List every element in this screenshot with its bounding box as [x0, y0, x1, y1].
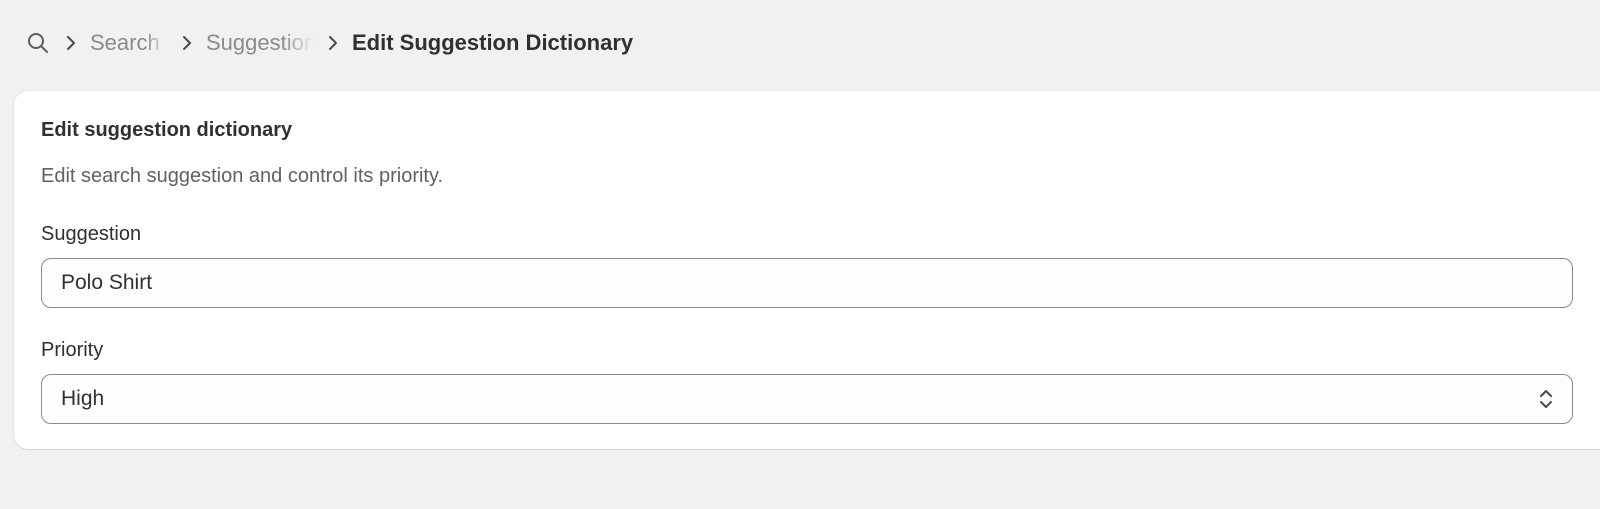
priority-selected-value: High — [61, 387, 105, 410]
edit-suggestion-card: Edit suggestion dictionary Edit search s… — [14, 91, 1600, 449]
chevron-right-icon — [177, 33, 197, 53]
breadcrumb-link-suggestions[interactable]: Suggestions — [206, 30, 314, 56]
chevron-right-icon — [323, 33, 343, 53]
priority-select[interactable]: High — [41, 374, 1573, 424]
card-description: Edit search suggestion and control its p… — [41, 165, 444, 187]
chevron-up-down-icon — [1536, 387, 1556, 411]
page-title: Edit Suggestion Dictionary — [352, 30, 634, 55]
breadcrumb-search-button[interactable] — [24, 29, 52, 57]
priority-label: Priority — [41, 339, 104, 361]
breadcrumb-link-search[interactable]: Search — [90, 30, 168, 56]
search-icon — [28, 33, 48, 53]
card-title: Edit suggestion dictionary — [41, 119, 293, 141]
suggestion-field-wrapper — [41, 258, 1573, 308]
chevron-right-icon — [61, 33, 81, 53]
suggestion-input[interactable] — [42, 259, 1572, 307]
breadcrumb: Search Suggestions Edit Suggestion Dicti… — [24, 24, 633, 62]
suggestion-label: Suggestion — [41, 223, 142, 245]
